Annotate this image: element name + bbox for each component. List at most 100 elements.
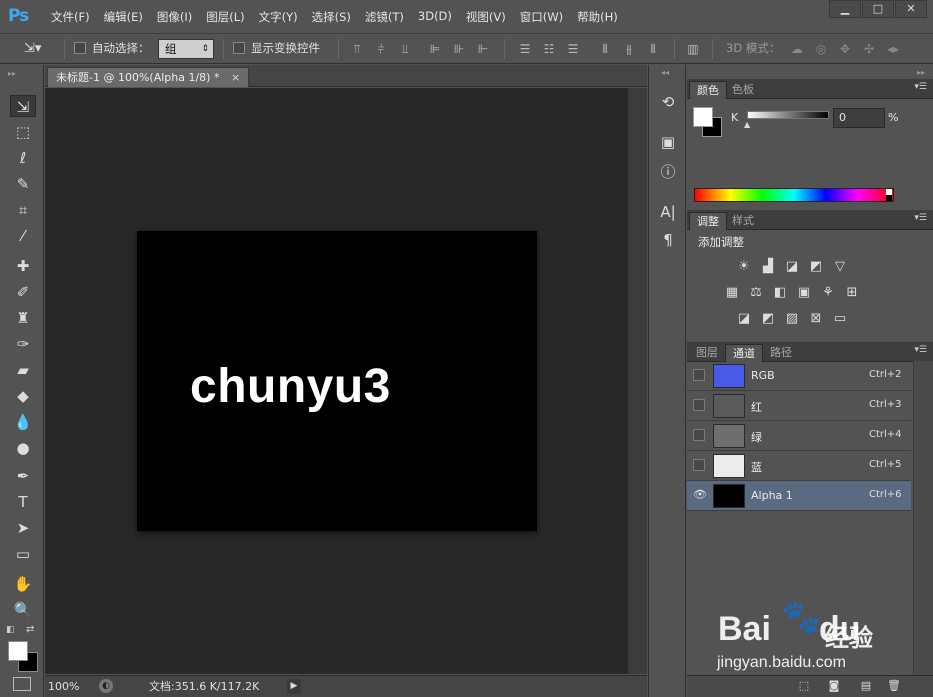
panel-menu-icon[interactable]: ▾☰ <box>914 345 927 355</box>
3d-slide-icon[interactable]: ✣ <box>862 42 876 56</box>
visibility-eye-icon[interactable]: 👁 <box>693 489 707 501</box>
new-channel-icon[interactable]: ▤ <box>859 679 873 693</box>
menu-view[interactable]: 视图(V) <box>459 9 513 25</box>
menu-3d[interactable]: 3D(D) <box>411 9 459 25</box>
hand-tool-icon[interactable]: ✋ <box>10 573 36 595</box>
channel-row[interactable]: RGB Ctrl+2 <box>687 361 911 391</box>
vertical-scrollbar[interactable] <box>628 88 647 674</box>
minimize-button[interactable]: ▁ <box>829 0 861 18</box>
slider-thumb-icon[interactable]: ▲ <box>744 120 750 129</box>
channel-row[interactable]: 绿 Ctrl+4 <box>687 421 911 451</box>
load-selection-icon[interactable]: ⬚ <box>797 679 811 693</box>
menu-file[interactable]: 文件(F) <box>44 9 97 25</box>
visibility-toggle[interactable] <box>693 429 705 441</box>
tab-paths[interactable]: 路径 <box>763 344 799 362</box>
pen-tool-icon[interactable]: ✒ <box>10 465 36 487</box>
3d-roll-icon[interactable]: ◎ <box>814 42 828 56</box>
healing-brush-tool-icon[interactable]: ✚ <box>10 255 36 277</box>
menu-select[interactable]: 选择(S) <box>305 9 358 25</box>
tab-swatches[interactable]: 色板 <box>725 81 761 99</box>
auto-select-dropdown[interactable]: 组 ⇕ <box>158 39 214 59</box>
exposure-icon[interactable]: ◩ <box>807 259 825 275</box>
channel-mixer-icon[interactable]: ⚘ <box>819 285 837 301</box>
blur-tool-icon[interactable]: 💧 <box>10 411 36 433</box>
brush-tool-icon[interactable]: ✐ <box>10 281 36 303</box>
visibility-toggle[interactable] <box>693 459 705 471</box>
menu-help[interactable]: 帮助(H) <box>570 9 625 25</box>
quick-mask-icon[interactable] <box>13 677 31 691</box>
color-foreground-swatch[interactable] <box>693 107 713 127</box>
channel-row[interactable]: 👁 Alpha 1 Ctrl+6 <box>687 481 911 511</box>
3d-scale-icon[interactable]: ◂▸ <box>886 42 900 56</box>
panel-menu-icon[interactable]: ▾☰ <box>914 213 927 223</box>
eyedropper-tool-icon[interactable]: ⁄ <box>10 225 36 247</box>
info-panel-icon[interactable]: ⓘ <box>657 161 679 183</box>
default-colors-icon[interactable]: ◧ <box>6 625 15 635</box>
menu-type[interactable]: 文字(Y) <box>252 9 305 25</box>
brightness-contrast-icon[interactable]: ☀ <box>735 259 753 275</box>
distribute-top-icon[interactable]: ☰ <box>518 42 532 56</box>
color-balance-icon[interactable]: ⚖ <box>747 285 765 301</box>
tab-color[interactable]: 颜色 <box>689 81 727 99</box>
align-vcenter-icon[interactable]: ⫩ <box>374 42 388 56</box>
document-canvas[interactable]: chunyu3 <box>137 231 537 531</box>
vibrance-icon[interactable]: ▽ <box>831 259 849 275</box>
align-bottom-icon[interactable]: ⫫ <box>398 42 412 56</box>
eraser-tool-icon[interactable]: ▰ <box>10 359 36 381</box>
paragraph-panel-icon[interactable]: ¶ <box>657 229 679 251</box>
k-channel-value-input[interactable]: 0 <box>833 108 885 128</box>
distribute-right-icon[interactable]: ⫴ <box>646 42 660 56</box>
crop-tool-icon[interactable]: ⌗ <box>10 199 36 221</box>
align-left-icon[interactable]: ⊫ <box>428 42 442 56</box>
paint-bucket-tool-icon[interactable]: ◆ <box>10 385 36 407</box>
k-channel-slider[interactable] <box>747 111 829 119</box>
quick-select-tool-icon[interactable]: ✎ <box>10 173 36 195</box>
close-tab-icon[interactable]: × <box>231 71 240 84</box>
align-top-icon[interactable]: ⫪ <box>350 42 364 56</box>
status-menu-arrow-icon[interactable]: ▶ <box>287 679 301 694</box>
color-spectrum-bar[interactable] <box>694 188 894 202</box>
color-lookup-icon[interactable]: ⊞ <box>843 285 861 301</box>
posterize-icon[interactable]: ◩ <box>759 311 777 327</box>
distribute-vcenter-icon[interactable]: ☷ <box>542 42 556 56</box>
show-transform-checkbox[interactable] <box>233 42 245 54</box>
menu-edit[interactable]: 编辑(E) <box>97 9 150 25</box>
distribute-bottom-icon[interactable]: ☰ <box>566 42 580 56</box>
selective-color-icon[interactable]: ⊠ <box>807 311 825 327</box>
auto-select-checkbox[interactable] <box>74 42 86 54</box>
zoom-level-field[interactable]: 100% <box>45 678 91 695</box>
tab-styles[interactable]: 样式 <box>725 212 761 230</box>
move-tool-icon[interactable]: ⇲ <box>10 95 36 117</box>
character-panel-icon[interactable]: A| <box>657 201 679 223</box>
distribute-hcenter-icon[interactable]: ⫵ <box>622 42 636 56</box>
black-white-icon[interactable]: ◧ <box>771 285 789 301</box>
move-tool-preset-icon[interactable]: ⇲▾ <box>24 41 41 56</box>
dodge-tool-icon[interactable]: ● <box>10 437 36 459</box>
panel-menu-icon[interactable]: ▾☰ <box>914 82 927 92</box>
panel-grip[interactable]: ▸▸ <box>8 69 16 78</box>
align-hcenter-icon[interactable]: ⊪ <box>452 42 466 56</box>
lasso-tool-icon[interactable]: ℓ <box>10 147 36 169</box>
levels-icon[interactable]: ▟ <box>759 259 777 275</box>
maximize-button[interactable]: □ <box>862 0 894 18</box>
marquee-tool-icon[interactable]: ⬚ <box>10 121 36 143</box>
align-right-icon[interactable]: ⊩ <box>476 42 490 56</box>
curves-icon[interactable]: ◪ <box>783 259 801 275</box>
3d-drag-icon[interactable]: ✥ <box>838 42 852 56</box>
foreground-color-swatch[interactable] <box>8 641 28 661</box>
spectrum-black-swatch[interactable] <box>886 195 892 201</box>
history-brush-tool-icon[interactable]: ✑ <box>10 333 36 355</box>
invert-icon[interactable]: ◪ <box>735 311 753 327</box>
zoom-tool-icon[interactable]: 🔍 <box>10 599 36 621</box>
path-selection-tool-icon[interactable]: ➤ <box>10 517 36 539</box>
rectangle-tool-icon[interactable]: ▭ <box>10 543 36 565</box>
visibility-toggle[interactable] <box>693 399 705 411</box>
dock-grip[interactable]: ◂◂ <box>661 68 669 77</box>
collapse-dock-icon[interactable]: ▸▸ <box>917 68 925 77</box>
delete-channel-icon[interactable]: 🗑 <box>887 679 901 693</box>
auto-align-icon[interactable]: ▥ <box>686 42 700 56</box>
menu-image[interactable]: 图像(I) <box>150 9 199 25</box>
3d-rotate-icon[interactable]: ☁ <box>790 42 804 56</box>
tab-layers[interactable]: 图层 <box>689 344 725 362</box>
menu-filter[interactable]: 滤镜(T) <box>358 9 411 25</box>
